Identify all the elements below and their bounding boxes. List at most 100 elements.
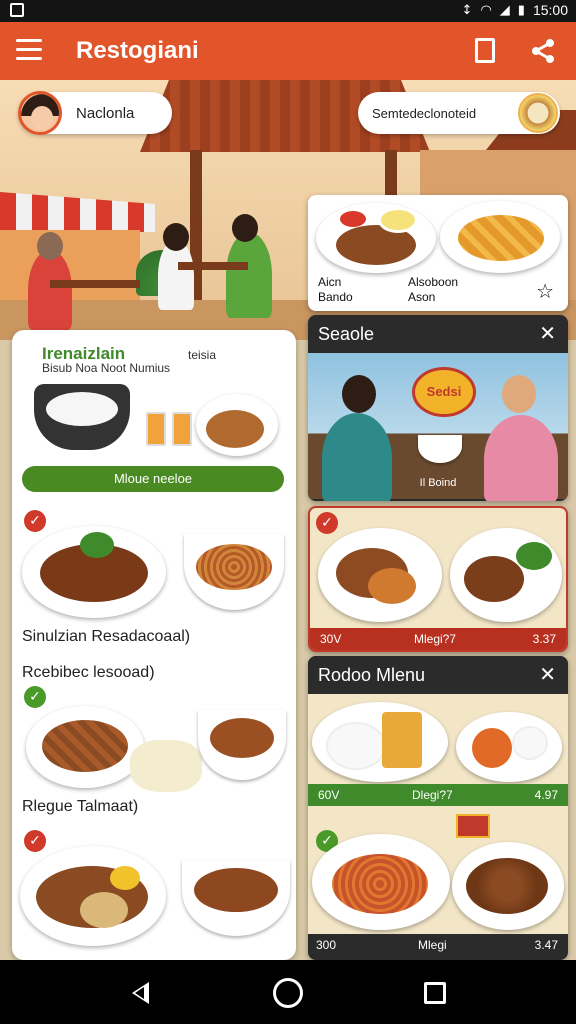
menu-item-label[interactable]: Sinulzian Resadacoaal) bbox=[22, 628, 190, 646]
bookmark-icon bbox=[475, 38, 495, 63]
dish-plate[interactable] bbox=[26, 706, 144, 788]
rice bbox=[326, 722, 386, 770]
recents-button[interactable] bbox=[424, 982, 446, 1004]
woman-head bbox=[37, 232, 63, 260]
dish-plate[interactable] bbox=[22, 526, 166, 618]
curry bbox=[206, 410, 264, 448]
dish-plate[interactable] bbox=[20, 846, 166, 946]
bookmark-button[interactable] bbox=[470, 36, 500, 66]
search-card[interactable]: Seaole ✕ Sedsi Il Boind bbox=[308, 315, 568, 501]
battery-icon: ▮ bbox=[517, 2, 525, 18]
view-more-button[interactable]: Mloue neeloe bbox=[22, 466, 284, 492]
price-mid: Mlegi bbox=[418, 938, 447, 952]
price-left: 300 bbox=[316, 938, 337, 952]
app-bar: Restogiani bbox=[0, 22, 576, 80]
home-button[interactable] bbox=[273, 978, 303, 1008]
menu-card-body: 60V Dlegi?7 4.97 ✓ 300 Mlegi 3.47 bbox=[308, 694, 568, 960]
dish-food bbox=[472, 728, 512, 768]
close-icon[interactable]: ✕ bbox=[539, 662, 556, 686]
meatballs bbox=[466, 858, 548, 914]
dish-food bbox=[368, 568, 416, 604]
featured-right-label: Alsoboon Ason bbox=[408, 275, 458, 305]
profile-pill[interactable]: Naclonla bbox=[18, 91, 172, 135]
rice bbox=[46, 392, 118, 426]
signal-icon: ◢ bbox=[499, 2, 510, 18]
restaurant-sign: Sedsi bbox=[412, 367, 476, 417]
flag-sign bbox=[456, 814, 490, 838]
dish-food bbox=[210, 718, 274, 758]
dish-food bbox=[80, 892, 128, 928]
dish-plate bbox=[440, 201, 560, 273]
menu-price-bar-1: 60V Dlegi?7 4.97 bbox=[308, 784, 568, 806]
menu-card-header: Rodoo Mlenu ✕ bbox=[308, 656, 568, 694]
dish-bowl[interactable] bbox=[198, 710, 286, 780]
promo-dish-card[interactable]: ✓ 30V Mlegi?7 3.37 bbox=[308, 506, 568, 652]
share-icon bbox=[532, 39, 554, 63]
check-icon: ✓ bbox=[24, 686, 46, 708]
table bbox=[50, 280, 140, 288]
grilled-fish bbox=[42, 720, 128, 772]
system-nav-bar bbox=[0, 960, 576, 1024]
rice bbox=[512, 726, 548, 760]
check-icon: ✓ bbox=[316, 512, 338, 534]
dish-plate bbox=[450, 528, 562, 622]
close-icon[interactable]: ✕ bbox=[539, 321, 556, 345]
panel-subtitle: Bisub Noa Noot Numius bbox=[42, 361, 171, 375]
shop-awning bbox=[0, 192, 155, 232]
price-right: 3.47 bbox=[534, 938, 558, 952]
price-left: 60V bbox=[318, 788, 340, 802]
dish-plate bbox=[312, 834, 450, 930]
dish-plate bbox=[316, 203, 436, 273]
search-card-header: Seaole ✕ bbox=[308, 315, 568, 353]
man-head bbox=[502, 375, 536, 413]
dish-fries bbox=[458, 215, 544, 261]
status-bar: ↕ ◠ ◢ ▮ 15:00 bbox=[0, 0, 576, 22]
table bbox=[178, 262, 248, 270]
menu-button[interactable] bbox=[16, 39, 42, 61]
back-button[interactable] bbox=[126, 978, 156, 1008]
share-button[interactable] bbox=[528, 36, 558, 66]
featured-left-label: Aicn Bando bbox=[318, 275, 353, 305]
pepper bbox=[110, 866, 140, 890]
wifi-icon: ◠ bbox=[480, 2, 492, 18]
avatar bbox=[18, 91, 62, 135]
featured-dish-card[interactable]: Aicn Bando Alsoboon Ason ☆ bbox=[308, 195, 568, 311]
soup-bowl bbox=[418, 435, 462, 463]
restaurant-menu-panel: Irenaizlain teisia Bisub Noa Noot Numius… bbox=[12, 330, 296, 960]
menu-item-label[interactable]: Rcebibec lesooad) bbox=[22, 664, 155, 682]
vibrate-icon: ↕ bbox=[461, 2, 473, 18]
menu-item-label[interactable]: Rlegue Talmaat) bbox=[22, 798, 138, 816]
favorite-star-icon[interactable]: ☆ bbox=[536, 279, 554, 303]
menu-icon-line bbox=[16, 39, 42, 42]
man-figure bbox=[226, 232, 272, 318]
search-card-title: Seaole bbox=[318, 324, 375, 344]
dish-bowl[interactable] bbox=[182, 860, 290, 936]
price-right: 4.97 bbox=[534, 788, 558, 802]
drink-glass bbox=[172, 412, 192, 446]
search-pill[interactable]: Semtedeclonoteid bbox=[358, 92, 560, 134]
check-icon: ✓ bbox=[24, 510, 46, 532]
garnish bbox=[80, 532, 114, 558]
fries bbox=[382, 712, 422, 768]
dish-plate bbox=[196, 394, 278, 456]
noodle-bowl[interactable] bbox=[184, 534, 284, 610]
dish-food bbox=[464, 556, 524, 602]
menu-icon-line bbox=[16, 57, 42, 60]
price-left: 30V bbox=[320, 632, 342, 646]
price-mid: Dlegi?7 bbox=[412, 788, 453, 802]
profile-name: Naclonla bbox=[76, 104, 135, 122]
featured-left-line2: Bando bbox=[318, 290, 353, 304]
sauce bbox=[340, 211, 366, 227]
dish-plate bbox=[312, 702, 448, 782]
status-time: 15:00 bbox=[532, 2, 568, 18]
dish-food bbox=[194, 868, 278, 912]
featured-right-line2: Ason bbox=[408, 290, 436, 304]
panel-title-suffix: teisia bbox=[188, 348, 217, 362]
drink-glass bbox=[146, 412, 166, 446]
search-pill-text: Semtedeclonoteid bbox=[372, 105, 477, 121]
menu-card[interactable]: Rodoo Mlenu ✕ 60V Dlegi?7 4.97 ✓ 300 Mle… bbox=[308, 656, 568, 960]
menu-price-bar-2: 300 Mlegi 3.47 bbox=[308, 934, 568, 960]
rice-mound bbox=[130, 740, 202, 792]
featured-left-line1: Aicn bbox=[318, 275, 342, 289]
egg bbox=[378, 207, 418, 233]
